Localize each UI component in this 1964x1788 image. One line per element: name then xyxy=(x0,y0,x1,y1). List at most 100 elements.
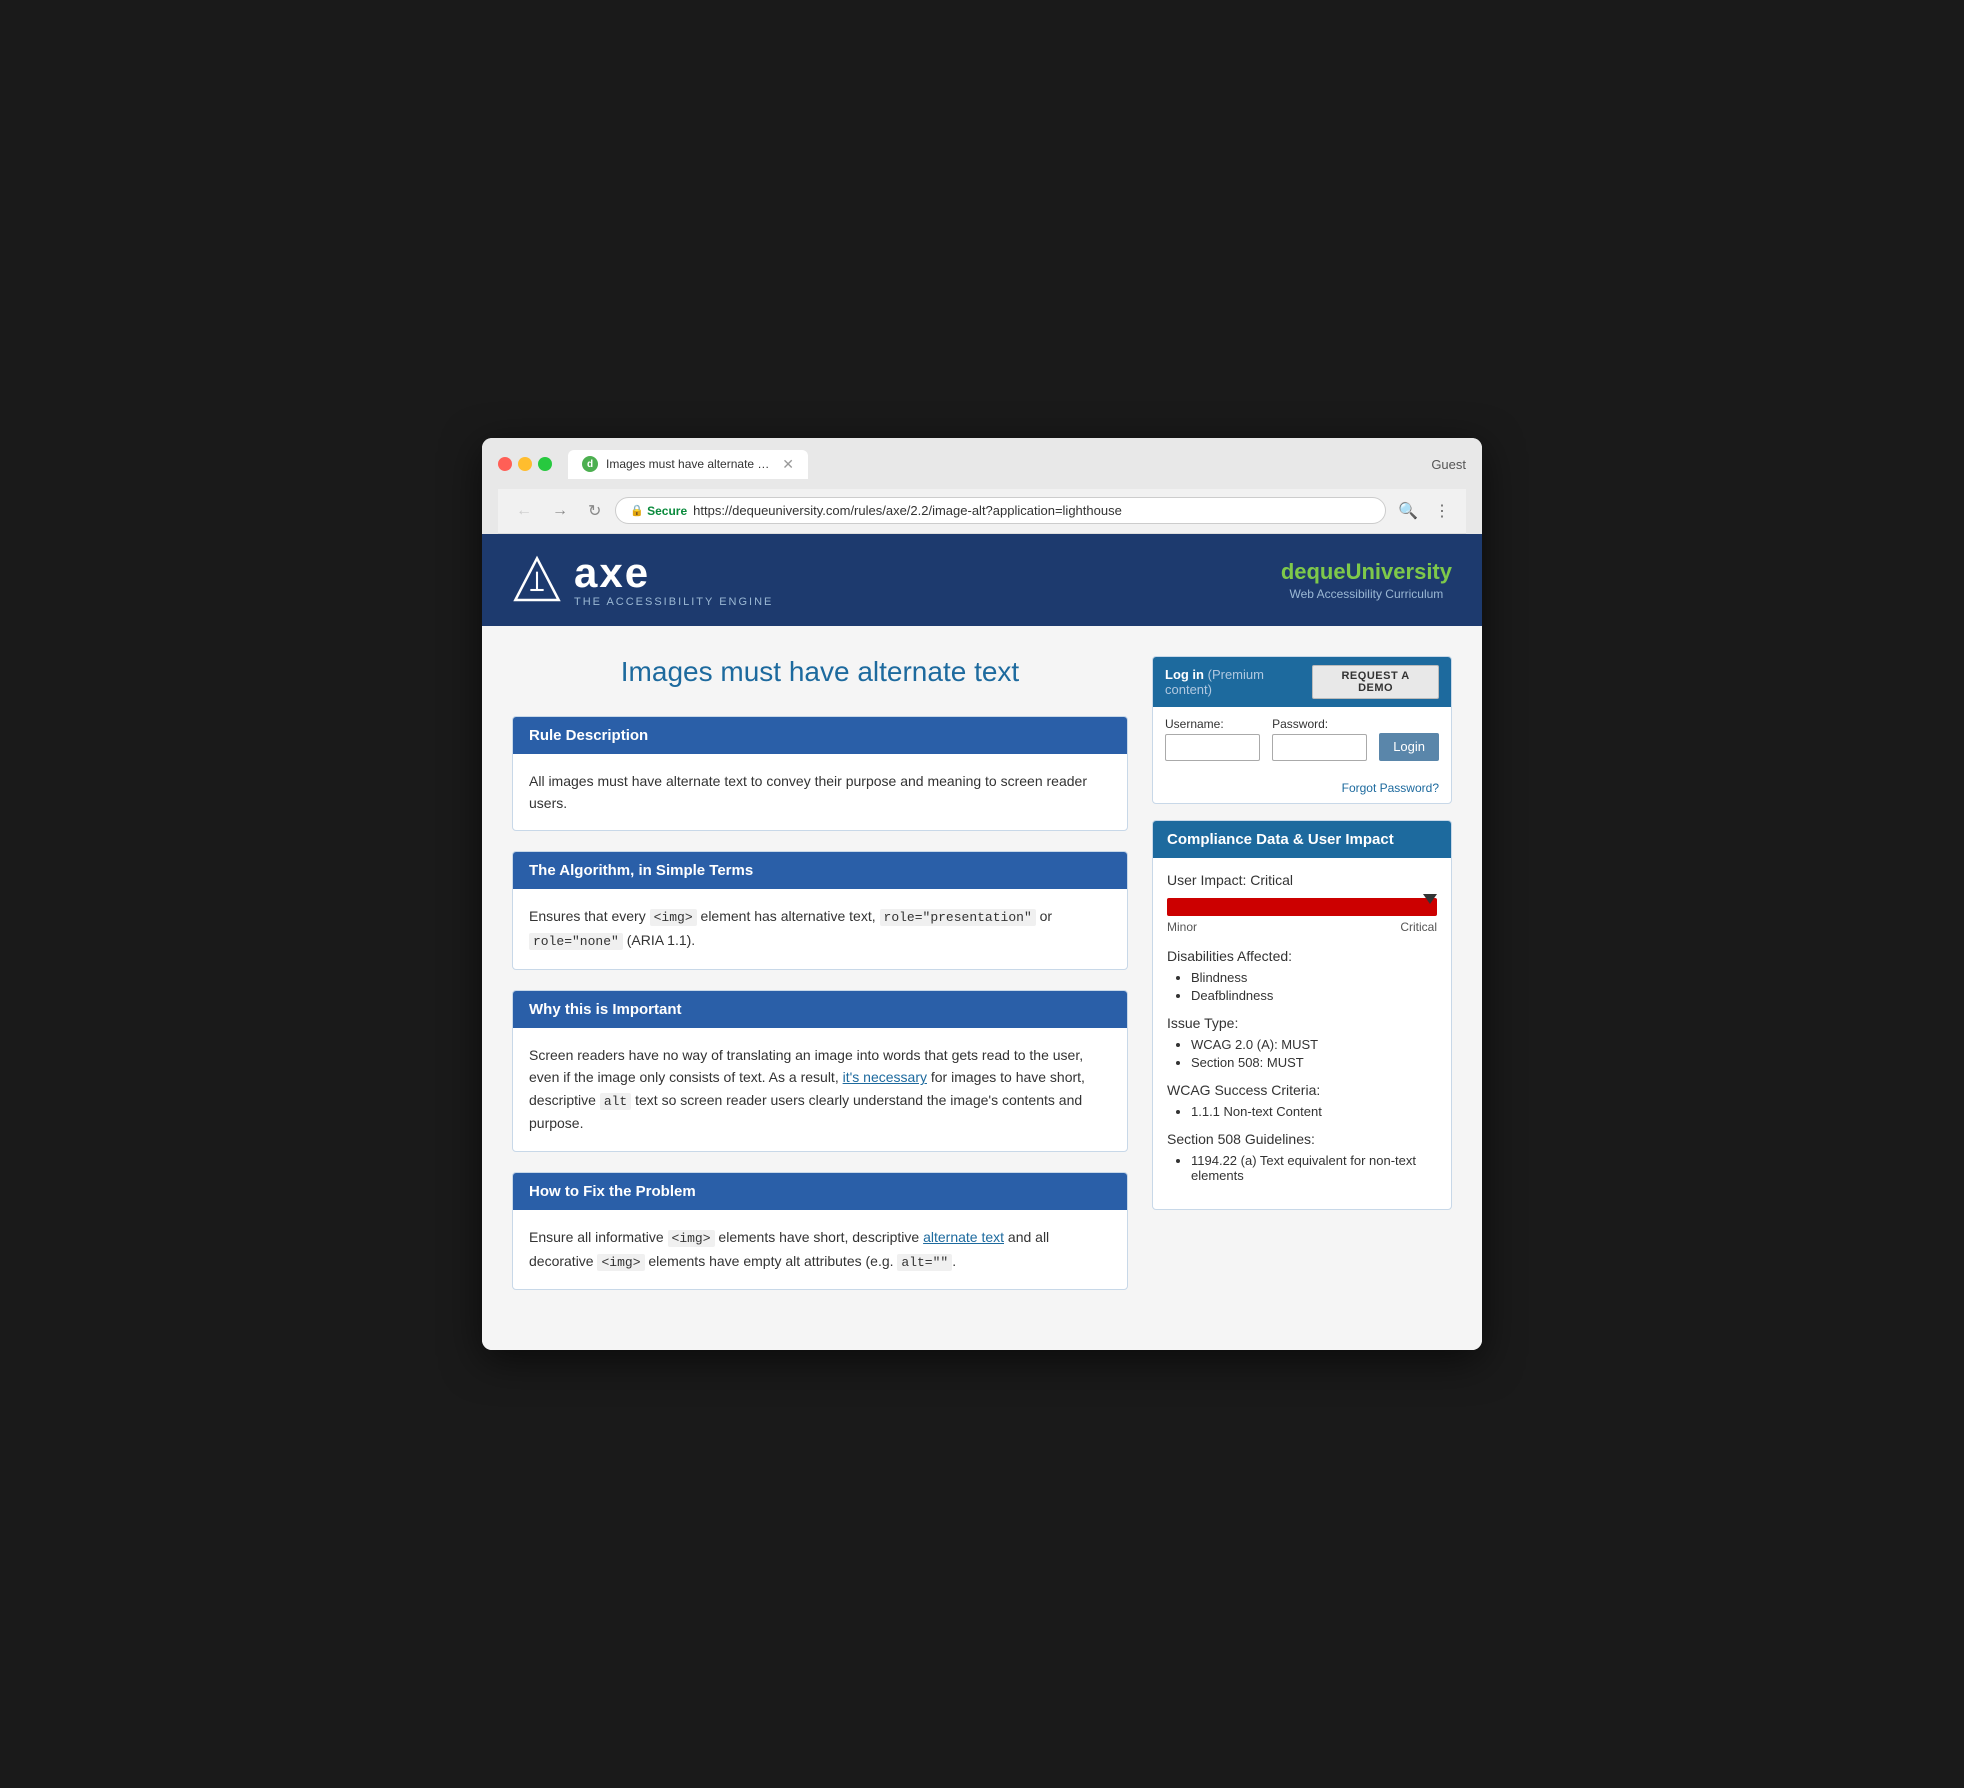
maximize-button[interactable] xyxy=(538,457,552,471)
list-item: WCAG 2.0 (A): MUST xyxy=(1191,1037,1437,1052)
why-important-text: Screen readers have no way of translatin… xyxy=(529,1044,1111,1135)
guest-label: Guest xyxy=(1431,457,1466,472)
how-to-fix-section: How to Fix the Problem Ensure all inform… xyxy=(512,1172,1128,1291)
disabilities-list: Blindness Deafblindness xyxy=(1167,970,1437,1003)
img-code-3: <img> xyxy=(597,1254,644,1271)
tab-close-icon[interactable]: ✕ xyxy=(782,456,794,473)
back-button[interactable]: ← xyxy=(510,500,538,522)
deque-curriculum: Web Accessibility Curriculum xyxy=(1281,587,1452,601)
role-none-code: role="none" xyxy=(529,933,623,950)
forward-button[interactable]: → xyxy=(546,500,574,522)
deque-prefix: deque xyxy=(1281,559,1346,584)
compliance-header: Compliance Data & User Impact xyxy=(1153,821,1451,858)
address-bar[interactable]: 🔒 Secure https://dequeuniversity.com/rul… xyxy=(615,497,1386,524)
username-label: Username: xyxy=(1165,717,1260,731)
page-title: Images must have alternate text xyxy=(512,656,1128,688)
alternate-text-link: alternate text xyxy=(923,1229,1004,1245)
login-label: Log in xyxy=(1165,667,1204,682)
impact-marker-icon xyxy=(1423,894,1437,904)
how-to-fix-header: How to Fix the Problem xyxy=(513,1173,1127,1210)
disabilities-title: Disabilities Affected: xyxy=(1167,948,1437,964)
url-path: /rules/axe/2.2/image-alt?application=lig… xyxy=(850,503,1121,518)
disabilities-section: Disabilities Affected: Blindness Deafbli… xyxy=(1167,948,1437,1003)
main-content: Images must have alternate text Rule Des… xyxy=(482,626,1482,1351)
right-column: Log in (Premium content) REQUEST A DEMO … xyxy=(1152,656,1452,1311)
list-item: Blindness xyxy=(1191,970,1437,985)
impact-meter: Minor Critical xyxy=(1167,898,1437,934)
axe-name: axe xyxy=(574,552,773,594)
browser-nav: ← → ↻ 🔒 Secure https://dequeuniversity.c… xyxy=(498,489,1466,534)
impact-max-label: Critical xyxy=(1400,920,1437,934)
tab-favicon: d xyxy=(582,456,598,472)
login-fields: Username: Password: Login xyxy=(1153,707,1451,777)
alt-code: alt xyxy=(600,1093,631,1110)
rule-description-body: All images must have alternate text to c… xyxy=(513,754,1127,831)
tab-title: Images must have alternate te… xyxy=(606,457,770,471)
user-impact-label: User Impact: Critical xyxy=(1167,872,1437,888)
site-header: axe THE ACCESSIBILITY ENGINE dequeUniver… xyxy=(482,534,1482,626)
secure-badge: 🔒 Secure xyxy=(630,504,687,518)
traffic-lights xyxy=(498,457,552,471)
axe-logo: axe THE ACCESSIBILITY ENGINE xyxy=(512,552,773,608)
deque-university-branding: dequeUniversity Web Accessibility Curric… xyxy=(1281,559,1452,601)
login-button[interactable]: Login xyxy=(1379,733,1439,761)
rule-description-section: Rule Description All images must have al… xyxy=(512,716,1128,832)
wcag-section: WCAG Success Criteria: 1.1.1 Non-text Co… xyxy=(1167,1082,1437,1119)
img-code-2: <img> xyxy=(668,1230,715,1247)
minimize-button[interactable] xyxy=(518,457,532,471)
impact-labels: Minor Critical xyxy=(1167,920,1437,934)
issue-type-section: Issue Type: WCAG 2.0 (A): MUST Section 5… xyxy=(1167,1015,1437,1070)
list-item: Deafblindness xyxy=(1191,988,1437,1003)
rule-description-header: Rule Description xyxy=(513,717,1127,754)
img-code-1: <img> xyxy=(650,909,697,926)
impact-bar xyxy=(1167,898,1437,916)
password-input[interactable] xyxy=(1272,734,1367,761)
role-presentation-code: role="presentation" xyxy=(880,909,1036,926)
section508-list: 1194.22 (a) Text equivalent for non-text… xyxy=(1167,1153,1437,1183)
title-bar: d Images must have alternate te… ✕ Guest xyxy=(498,450,1466,479)
issue-type-list: WCAG 2.0 (A): MUST Section 508: MUST xyxy=(1167,1037,1437,1070)
why-important-header: Why this is Important xyxy=(513,991,1127,1028)
forgot-password-link[interactable]: Forgot Password? xyxy=(1342,781,1439,795)
secure-label: Secure xyxy=(647,504,687,518)
list-item: 1.1.1 Non-text Content xyxy=(1191,1104,1437,1119)
password-field: Password: xyxy=(1272,717,1367,761)
algorithm-section: The Algorithm, in Simple Terms Ensures t… xyxy=(512,851,1128,970)
wcag-title: WCAG Success Criteria: xyxy=(1167,1082,1437,1098)
left-column: Images must have alternate text Rule Des… xyxy=(512,656,1128,1311)
login-box: Log in (Premium content) REQUEST A DEMO … xyxy=(1152,656,1452,804)
login-header: Log in (Premium content) REQUEST A DEMO xyxy=(1153,657,1451,707)
how-to-fix-body: Ensure all informative <img> elements ha… xyxy=(513,1210,1127,1290)
its-necessary-link: it's necessary xyxy=(843,1069,927,1085)
password-label: Password: xyxy=(1272,717,1367,731)
impact-min-label: Minor xyxy=(1167,920,1197,934)
browser-chrome: d Images must have alternate te… ✕ Guest… xyxy=(482,438,1482,534)
forgot-password-container: Forgot Password? xyxy=(1153,777,1451,803)
why-important-body: Screen readers have no way of translatin… xyxy=(513,1028,1127,1151)
username-input[interactable] xyxy=(1165,734,1260,761)
alt-empty-code: alt="" xyxy=(897,1254,952,1271)
login-header-text: Log in (Premium content) xyxy=(1165,667,1312,697)
axe-tagline: THE ACCESSIBILITY ENGINE xyxy=(574,596,773,608)
impact-bar-container xyxy=(1167,898,1437,916)
url-domain: https://dequeuniversity.com xyxy=(693,503,850,518)
algorithm-text: Ensures that every <img> element has alt… xyxy=(529,905,1111,953)
compliance-box: Compliance Data & User Impact User Impac… xyxy=(1152,820,1452,1210)
search-icon[interactable]: 🔍 xyxy=(1394,497,1422,525)
algorithm-header: The Algorithm, in Simple Terms xyxy=(513,852,1127,889)
browser-tab[interactable]: d Images must have alternate te… ✕ xyxy=(568,450,808,479)
menu-icon[interactable]: ⋮ xyxy=(1430,497,1454,525)
close-button[interactable] xyxy=(498,457,512,471)
username-field: Username: xyxy=(1165,717,1260,761)
section508-title: Section 508 Guidelines: xyxy=(1167,1131,1437,1147)
algorithm-body: Ensures that every <img> element has alt… xyxy=(513,889,1127,969)
refresh-button[interactable]: ↻ xyxy=(582,499,607,523)
lock-icon: 🔒 xyxy=(630,504,644,517)
browser-window: d Images must have alternate te… ✕ Guest… xyxy=(482,438,1482,1351)
login-row: Username: Password: Login xyxy=(1165,717,1439,761)
issue-type-title: Issue Type: xyxy=(1167,1015,1437,1031)
deque-suffix: University xyxy=(1346,559,1452,584)
why-important-section: Why this is Important Screen readers hav… xyxy=(512,990,1128,1152)
section508-section: Section 508 Guidelines: 1194.22 (a) Text… xyxy=(1167,1131,1437,1183)
request-demo-button[interactable]: REQUEST A DEMO xyxy=(1312,665,1439,699)
